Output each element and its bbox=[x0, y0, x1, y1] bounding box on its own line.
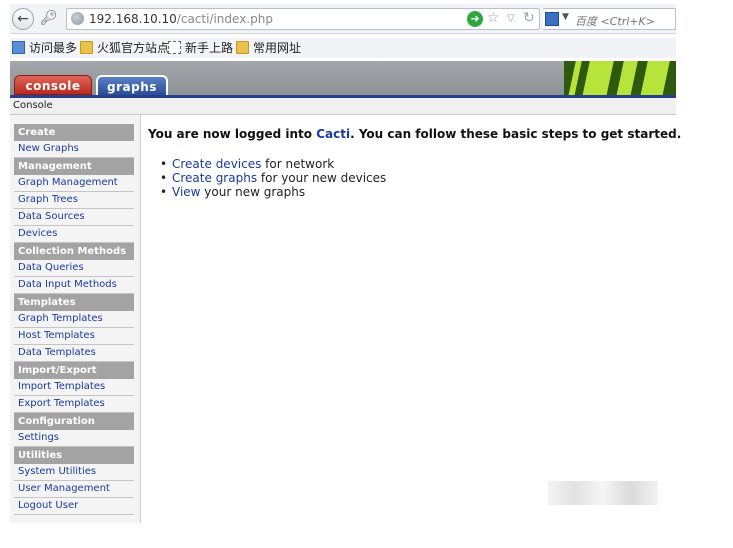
bookmark-getting-started[interactable]: 新手上路 bbox=[168, 40, 233, 56]
menu-item-graph-templates[interactable]: Graph Templates bbox=[14, 311, 134, 328]
back-arrow-icon[interactable]: ← bbox=[12, 8, 34, 30]
menu-item-data-queries[interactable]: Data Queries bbox=[14, 260, 134, 277]
breadcrumb: Console bbox=[10, 98, 676, 115]
menu-item-data-templates[interactable]: Data Templates bbox=[14, 345, 134, 362]
create-graphs-link[interactable]: Create graphs bbox=[172, 171, 257, 185]
console-menu: Create New Graphs Management Graph Manageme… bbox=[14, 124, 134, 515]
bookmark-star-icon[interactable]: ☆ bbox=[487, 10, 500, 26]
browser-toolbar: ← 🔑︎ 192.168.10.10/cacti/index.php ➜ ☆ ▽… bbox=[10, 4, 676, 34]
bookmark-most-visited[interactable]: 访问最多 bbox=[12, 40, 77, 56]
step-text: for your new devices bbox=[257, 171, 387, 185]
bookmark-firefox-site[interactable]: 火狐官方站点 bbox=[80, 40, 169, 56]
menu-item-system-utilities[interactable]: System Utilities bbox=[14, 464, 134, 481]
search-input[interactable]: ▼ 百度 <Ctrl+K> bbox=[543, 8, 676, 30]
list-item: View your new graphs bbox=[172, 185, 668, 199]
folder-icon bbox=[80, 41, 93, 54]
menu-section-utilities: Utilities bbox=[14, 447, 134, 464]
url-text: 192.168.10.10/cacti/index.php bbox=[89, 12, 273, 26]
breadcrumb-console: Console bbox=[13, 100, 53, 111]
menu-item-graph-trees[interactable]: Graph Trees bbox=[14, 192, 134, 209]
main-content: You are now logged into Cacti. You can f… bbox=[148, 127, 681, 199]
menu-item-graph-management[interactable]: Graph Management bbox=[14, 175, 134, 192]
menu-section-management: Management bbox=[14, 158, 134, 175]
folder-icon bbox=[236, 41, 249, 54]
menu-item-new-graphs[interactable]: New Graphs bbox=[14, 141, 134, 158]
menu-item-logout-user[interactable]: Logout User bbox=[14, 498, 134, 515]
menu-section-templates: Templates bbox=[14, 294, 134, 311]
most-visited-icon bbox=[12, 41, 25, 54]
menu-item-export-templates[interactable]: Export Templates bbox=[14, 396, 134, 413]
menu-item-settings[interactable]: Settings bbox=[14, 430, 134, 447]
header-logo-art bbox=[564, 61, 676, 95]
key-icon[interactable]: 🔑︎ bbox=[40, 10, 58, 26]
bookmarks-bar: 访问最多 火狐官方站点 新手上路 常用网址 bbox=[10, 38, 676, 58]
menu-section-collection-methods: Collection Methods bbox=[14, 243, 134, 260]
menu-item-devices[interactable]: Devices bbox=[14, 226, 134, 243]
url-host: 192.168.10.10 bbox=[89, 12, 177, 26]
search-engine-icon[interactable] bbox=[545, 12, 559, 26]
menu-item-host-templates[interactable]: Host Templates bbox=[14, 328, 134, 345]
address-bar[interactable]: 192.168.10.10/cacti/index.php ➜ ☆ ▽ ↻ bbox=[66, 8, 540, 30]
welcome-prefix: You are now logged into bbox=[148, 127, 317, 141]
globe-icon bbox=[71, 12, 84, 25]
create-devices-link[interactable]: Create devices bbox=[172, 157, 261, 171]
menu-section-configuration: Configuration bbox=[14, 413, 134, 430]
go-arrow-icon[interactable]: ➜ bbox=[467, 11, 483, 27]
getting-started-steps: Create devices for network Create graphs… bbox=[148, 157, 668, 199]
menu-item-import-templates[interactable]: Import Templates bbox=[14, 379, 134, 396]
bookmark-label: 常用网址 bbox=[253, 41, 302, 55]
search-placeholder: 百度 <Ctrl+K> bbox=[575, 15, 655, 28]
list-item: Create graphs for your new devices bbox=[172, 171, 668, 185]
cacti-header: console graphs bbox=[10, 61, 676, 95]
step-text: your new graphs bbox=[200, 185, 306, 199]
tab-graphs[interactable]: graphs bbox=[96, 75, 168, 95]
menu-section-import-export: Import/Export bbox=[14, 362, 134, 379]
menu-item-data-input-methods[interactable]: Data Input Methods bbox=[14, 277, 134, 294]
sidebar: Create New Graphs Management Graph Manageme… bbox=[10, 115, 141, 523]
bookmark-label: 火狐官方站点 bbox=[97, 41, 170, 55]
bookmark-label: 新手上路 bbox=[185, 41, 234, 55]
welcome-message: You are now logged into Cacti. You can f… bbox=[148, 127, 681, 141]
bookmark-common-sites[interactable]: 常用网址 bbox=[236, 40, 301, 56]
step-text: for network bbox=[261, 157, 335, 171]
url-path: /cacti/index.php bbox=[176, 12, 273, 26]
welcome-suffix: . You can follow these basic steps to ge… bbox=[350, 127, 682, 141]
menu-item-user-management[interactable]: User Management bbox=[14, 481, 134, 498]
menu-item-data-sources[interactable]: Data Sources bbox=[14, 209, 134, 226]
tab-console[interactable]: console bbox=[14, 75, 92, 95]
menu-section-create: Create bbox=[14, 124, 134, 141]
watermark-blur bbox=[548, 481, 658, 505]
history-dropdown-icon[interactable]: ▽ bbox=[507, 13, 515, 24]
chevron-down-icon[interactable]: ▼ bbox=[562, 12, 569, 22]
bookmark-label: 访问最多 bbox=[29, 41, 78, 55]
view-graphs-link[interactable]: View bbox=[172, 185, 200, 199]
page-icon bbox=[168, 41, 181, 54]
list-item: Create devices for network bbox=[172, 157, 668, 171]
cacti-link[interactable]: Cacti bbox=[316, 127, 350, 141]
reload-icon[interactable]: ↻ bbox=[523, 10, 535, 26]
